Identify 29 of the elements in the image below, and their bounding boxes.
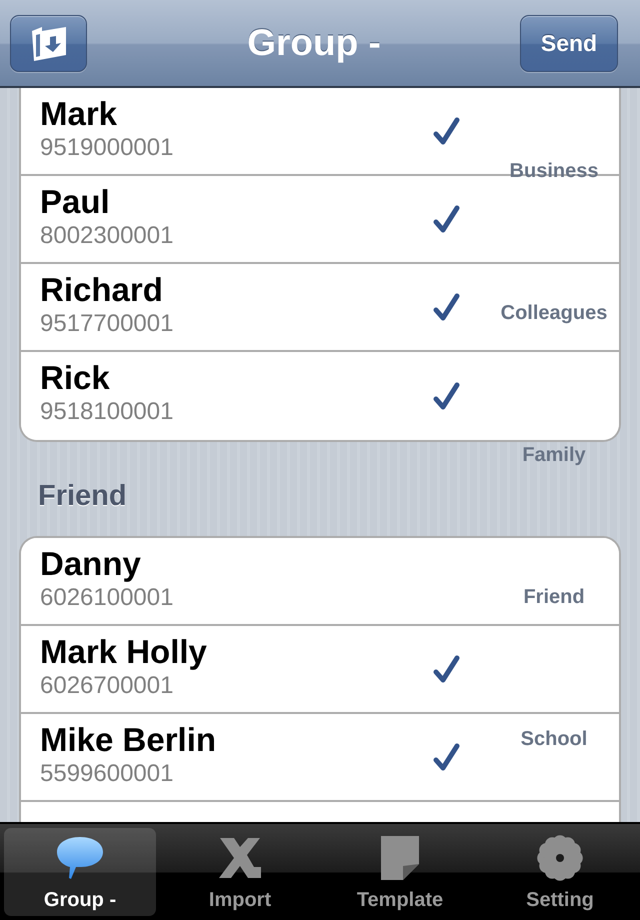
tab-bar-item[interactable]: Template [324, 828, 476, 916]
contact-name: Rick [40, 359, 110, 397]
section-index-item[interactable]: School [520, 727, 588, 751]
tab-bar-item[interactable]: Import [164, 828, 316, 916]
phone-number: 8002300001 [40, 221, 174, 251]
document-icon [381, 836, 419, 880]
x-shape-icon [218, 837, 262, 879]
phone-number: 9518100001 [40, 397, 174, 427]
speech-bubble-icon [56, 836, 104, 880]
contact-name: Mike Berlin [40, 721, 216, 759]
screen-title: Group - [247, 21, 381, 66]
tab-bar-item[interactable]: Setting [484, 828, 636, 916]
contact-name: Paul [40, 183, 110, 221]
section-index-item[interactable]: Friend [523, 585, 585, 609]
section-header: Friend [38, 479, 127, 514]
phone-number: 6026700001 [40, 671, 174, 701]
phone-number: 6026100001 [40, 583, 174, 613]
settings-icon [537, 835, 583, 881]
contact-name: Richard [40, 271, 163, 309]
folder-button[interactable] [10, 14, 87, 72]
phone-number: 9517700001 [40, 309, 174, 339]
section-index-item[interactable]: Colleagues [500, 301, 608, 325]
send-button[interactable]: Send [520, 14, 618, 72]
phone-number: 5599600001 [40, 759, 174, 789]
contact-name: Mark Holly [40, 633, 207, 671]
tab-bar-item[interactable]: Group - [4, 828, 156, 916]
contact-name: Mark [40, 95, 118, 133]
contact-name: Danny [40, 545, 141, 583]
phone-number: 9519000001 [40, 133, 174, 163]
